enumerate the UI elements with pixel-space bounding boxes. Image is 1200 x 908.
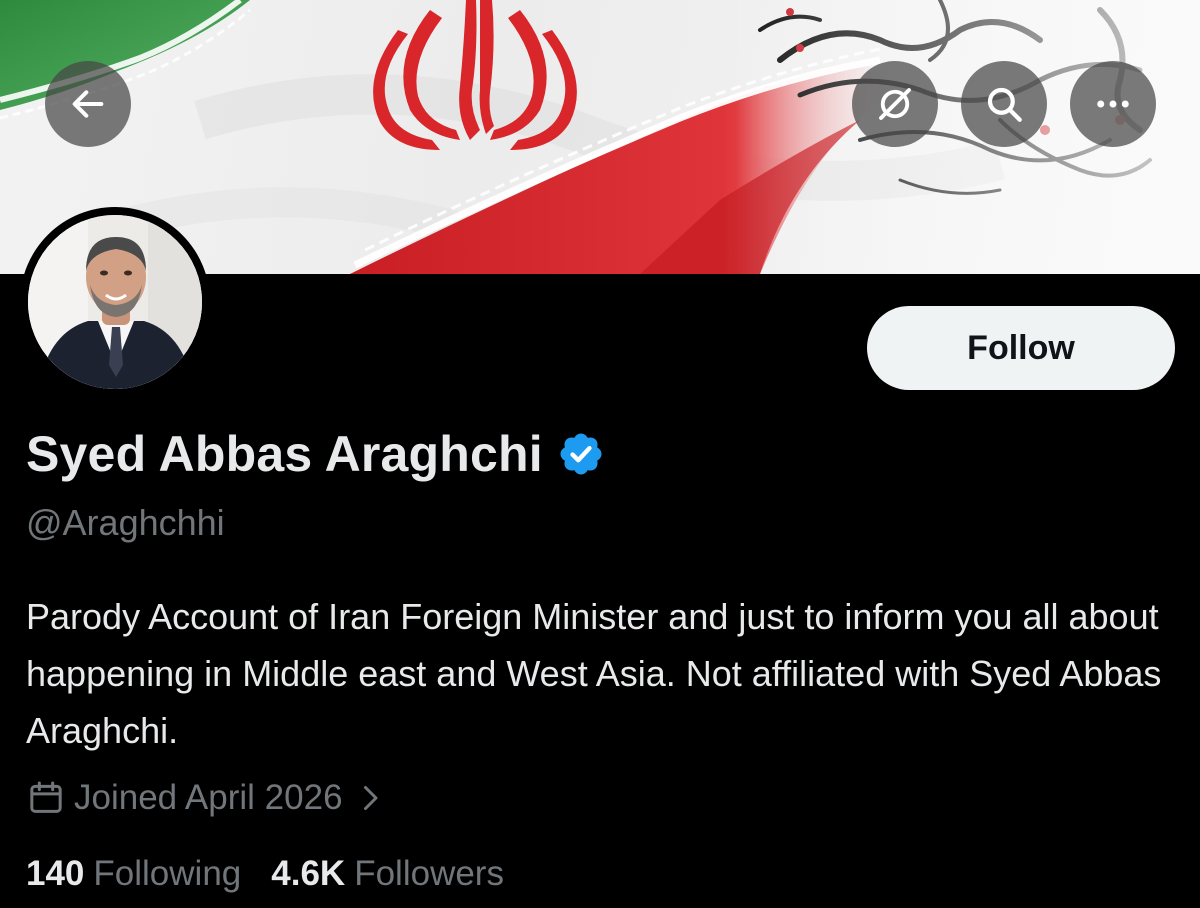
profile-handle: @Araghchhi: [26, 502, 225, 543]
profile-name: Syed Abbas Araghchi: [26, 426, 543, 482]
followers-link[interactable]: 4.6K Followers: [271, 854, 504, 894]
followers-label: Followers: [354, 854, 504, 893]
avatar[interactable]: [20, 207, 210, 397]
following-link[interactable]: 140 Following: [26, 854, 241, 894]
joined-date-label: Joined April 2026: [74, 778, 343, 817]
profile-bio: Parody Account of Iran Foreign Minister …: [26, 596, 1162, 751]
followers-count: 4.6K: [271, 854, 346, 893]
profile-stats: 140 Following 4.6K Followers: [26, 854, 534, 894]
grok-button[interactable]: [852, 61, 938, 147]
verified-badge-icon[interactable]: [557, 430, 605, 478]
back-button[interactable]: [45, 61, 131, 147]
avatar-photo: [28, 215, 202, 389]
arrow-left-icon: [72, 90, 104, 118]
profile-name-row: Syed Abbas Araghchi: [26, 425, 605, 483]
following-label: Following: [93, 854, 242, 893]
follow-button[interactable]: Follow: [867, 306, 1175, 390]
chevron-right-icon: [363, 786, 378, 810]
search-button[interactable]: [961, 61, 1047, 147]
search-icon: [987, 87, 1022, 122]
joined-date[interactable]: Joined April 2026: [26, 778, 381, 818]
following-count: 140: [26, 854, 85, 893]
calendar-icon: [30, 781, 62, 813]
grok-icon: [879, 88, 911, 120]
more-options-button[interactable]: [1070, 61, 1156, 147]
more-icon: [1097, 100, 1129, 108]
